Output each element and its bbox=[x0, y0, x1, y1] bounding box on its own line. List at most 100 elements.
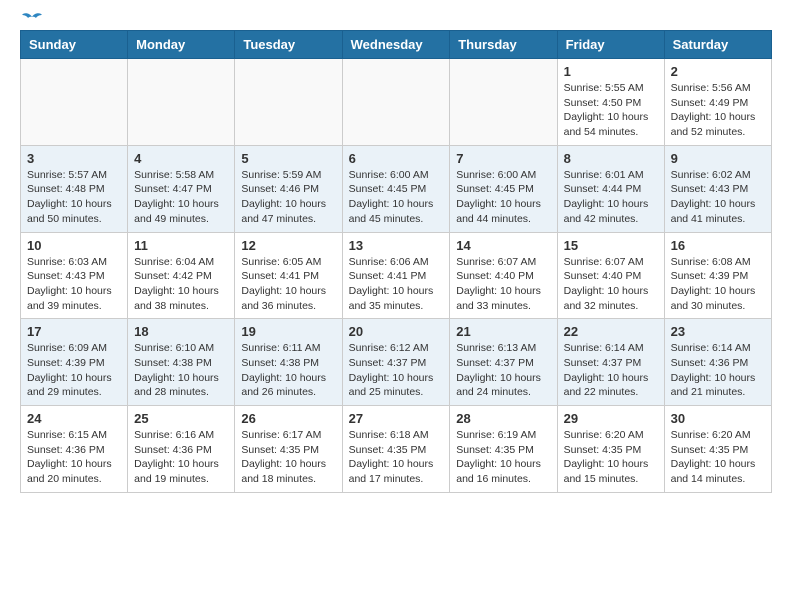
weekday-header-wednesday: Wednesday bbox=[342, 31, 450, 59]
calendar-cell: 3 Sunrise: 5:57 AM Sunset: 4:48 PM Daylig… bbox=[21, 145, 128, 232]
day-number: 11 bbox=[134, 238, 228, 253]
calendar-cell: 22 Sunrise: 6:14 AM Sunset: 4:37 PM Dayli… bbox=[557, 319, 664, 406]
day-number: 6 bbox=[349, 151, 444, 166]
day-info: Sunrise: 6:14 AM Sunset: 4:37 PM Dayligh… bbox=[564, 341, 658, 400]
day-info: Sunrise: 5:59 AM Sunset: 4:46 PM Dayligh… bbox=[241, 168, 335, 227]
day-number: 29 bbox=[564, 411, 658, 426]
calendar-cell: 23 Sunrise: 6:14 AM Sunset: 4:36 PM Dayli… bbox=[664, 319, 771, 406]
weekday-header-monday: Monday bbox=[128, 31, 235, 59]
day-info: Sunrise: 6:18 AM Sunset: 4:35 PM Dayligh… bbox=[349, 428, 444, 487]
weekday-header-sunday: Sunday bbox=[21, 31, 128, 59]
day-info: Sunrise: 6:20 AM Sunset: 4:35 PM Dayligh… bbox=[564, 428, 658, 487]
day-info: Sunrise: 6:03 AM Sunset: 4:43 PM Dayligh… bbox=[27, 255, 121, 314]
day-info: Sunrise: 6:04 AM Sunset: 4:42 PM Dayligh… bbox=[134, 255, 228, 314]
calendar-cell: 21Sunrise: 6:13 AM Sunset: 4:37 PM Dayli… bbox=[450, 319, 557, 406]
day-info: Sunrise: 6:17 AM Sunset: 4:35 PM Dayligh… bbox=[241, 428, 335, 487]
day-info: Sunrise: 6:09 AM Sunset: 4:39 PM Dayligh… bbox=[27, 341, 121, 400]
calendar-cell: 25 Sunrise: 6:16 AM Sunset: 4:36 PM Dayli… bbox=[128, 406, 235, 493]
day-number: 4 bbox=[134, 151, 228, 166]
day-info: Sunrise: 6:12 AM Sunset: 4:37 PM Dayligh… bbox=[349, 341, 444, 400]
weekday-header-friday: Friday bbox=[557, 31, 664, 59]
day-info: Sunrise: 5:55 AM Sunset: 4:50 PM Dayligh… bbox=[564, 81, 658, 140]
calendar-cell: 26 Sunrise: 6:17 AM Sunset: 4:35 PM Dayli… bbox=[235, 406, 342, 493]
calendar-cell: 24 Sunrise: 6:15 AM Sunset: 4:36 PM Dayli… bbox=[21, 406, 128, 493]
day-number: 25 bbox=[134, 411, 228, 426]
logo-bird-icon bbox=[22, 12, 42, 26]
calendar-cell: 16 Sunrise: 6:08 AM Sunset: 4:39 PM Dayli… bbox=[664, 232, 771, 319]
weekday-header-saturday: Saturday bbox=[664, 31, 771, 59]
calendar-cell: 4 Sunrise: 5:58 AM Sunset: 4:47 PM Daylig… bbox=[128, 145, 235, 232]
day-info: Sunrise: 6:02 AM Sunset: 4:43 PM Dayligh… bbox=[671, 168, 765, 227]
calendar-cell bbox=[21, 59, 128, 146]
calendar-cell: 11 Sunrise: 6:04 AM Sunset: 4:42 PM Dayli… bbox=[128, 232, 235, 319]
day-info: Sunrise: 6:08 AM Sunset: 4:39 PM Dayligh… bbox=[671, 255, 765, 314]
calendar-cell: 6 Sunrise: 6:00 AM Sunset: 4:45 PM Daylig… bbox=[342, 145, 450, 232]
calendar-cell: 30Sunrise: 6:20 AM Sunset: 4:35 PM Dayli… bbox=[664, 406, 771, 493]
calendar-cell: 8Sunrise: 6:01 AM Sunset: 4:44 PM Daylig… bbox=[557, 145, 664, 232]
calendar-cell: 28Sunrise: 6:19 AM Sunset: 4:35 PM Dayli… bbox=[450, 406, 557, 493]
day-info: Sunrise: 6:13 AM Sunset: 4:37 PM Dayligh… bbox=[456, 341, 550, 400]
day-number: 18 bbox=[134, 324, 228, 339]
day-info: Sunrise: 5:58 AM Sunset: 4:47 PM Dayligh… bbox=[134, 168, 228, 227]
day-info: Sunrise: 6:00 AM Sunset: 4:45 PM Dayligh… bbox=[456, 168, 550, 227]
calendar-cell: 17 Sunrise: 6:09 AM Sunset: 4:39 PM Dayli… bbox=[21, 319, 128, 406]
calendar-week-1: 1 Sunrise: 5:55 AM Sunset: 4:50 PM Daylig… bbox=[21, 59, 772, 146]
day-number: 19 bbox=[241, 324, 335, 339]
day-number: 17 bbox=[27, 324, 121, 339]
day-info: Sunrise: 6:14 AM Sunset: 4:36 PM Dayligh… bbox=[671, 341, 765, 400]
day-number: 3 bbox=[27, 151, 121, 166]
calendar-cell: 19 Sunrise: 6:11 AM Sunset: 4:38 PM Dayli… bbox=[235, 319, 342, 406]
calendar-cell: 27 Sunrise: 6:18 AM Sunset: 4:35 PM Dayli… bbox=[342, 406, 450, 493]
weekday-header-row: SundayMondayTuesdayWednesdayThursdayFrid… bbox=[21, 31, 772, 59]
day-number: 22 bbox=[564, 324, 658, 339]
day-info: Sunrise: 6:11 AM Sunset: 4:38 PM Dayligh… bbox=[241, 341, 335, 400]
day-number: 23 bbox=[671, 324, 765, 339]
calendar-cell: 15 Sunrise: 6:07 AM Sunset: 4:40 PM Dayli… bbox=[557, 232, 664, 319]
calendar-cell bbox=[128, 59, 235, 146]
calendar-table: SundayMondayTuesdayWednesdayThursdayFrid… bbox=[20, 30, 772, 493]
calendar-cell: 10 Sunrise: 6:03 AM Sunset: 4:43 PM Dayli… bbox=[21, 232, 128, 319]
day-number: 16 bbox=[671, 238, 765, 253]
calendar-cell: 9 Sunrise: 6:02 AM Sunset: 4:43 PM Daylig… bbox=[664, 145, 771, 232]
day-info: Sunrise: 6:05 AM Sunset: 4:41 PM Dayligh… bbox=[241, 255, 335, 314]
calendar-cell: 20 Sunrise: 6:12 AM Sunset: 4:37 PM Dayli… bbox=[342, 319, 450, 406]
day-number: 12 bbox=[241, 238, 335, 253]
day-number: 10 bbox=[27, 238, 121, 253]
day-number: 1 bbox=[564, 64, 658, 79]
calendar-week-3: 10 Sunrise: 6:03 AM Sunset: 4:43 PM Dayli… bbox=[21, 232, 772, 319]
calendar-cell: 18Sunrise: 6:10 AM Sunset: 4:38 PM Dayli… bbox=[128, 319, 235, 406]
day-number: 2 bbox=[671, 64, 765, 79]
calendar-cell: 29 Sunrise: 6:20 AM Sunset: 4:35 PM Dayli… bbox=[557, 406, 664, 493]
day-info: Sunrise: 5:57 AM Sunset: 4:48 PM Dayligh… bbox=[27, 168, 121, 227]
day-number: 28 bbox=[456, 411, 550, 426]
calendar-cell bbox=[342, 59, 450, 146]
calendar-cell bbox=[450, 59, 557, 146]
day-number: 7 bbox=[456, 151, 550, 166]
day-info: Sunrise: 6:00 AM Sunset: 4:45 PM Dayligh… bbox=[349, 168, 444, 227]
calendar-week-2: 3 Sunrise: 5:57 AM Sunset: 4:48 PM Daylig… bbox=[21, 145, 772, 232]
calendar-cell: 7 Sunrise: 6:00 AM Sunset: 4:45 PM Daylig… bbox=[450, 145, 557, 232]
day-info: Sunrise: 6:07 AM Sunset: 4:40 PM Dayligh… bbox=[564, 255, 658, 314]
day-number: 15 bbox=[564, 238, 658, 253]
weekday-header-tuesday: Tuesday bbox=[235, 31, 342, 59]
day-info: Sunrise: 5:56 AM Sunset: 4:49 PM Dayligh… bbox=[671, 81, 765, 140]
day-info: Sunrise: 6:06 AM Sunset: 4:41 PM Dayligh… bbox=[349, 255, 444, 314]
weekday-header-thursday: Thursday bbox=[450, 31, 557, 59]
day-info: Sunrise: 6:20 AM Sunset: 4:35 PM Dayligh… bbox=[671, 428, 765, 487]
day-info: Sunrise: 6:15 AM Sunset: 4:36 PM Dayligh… bbox=[27, 428, 121, 487]
calendar-cell: 14Sunrise: 6:07 AM Sunset: 4:40 PM Dayli… bbox=[450, 232, 557, 319]
day-number: 8 bbox=[564, 151, 658, 166]
calendar-cell: 1 Sunrise: 5:55 AM Sunset: 4:50 PM Daylig… bbox=[557, 59, 664, 146]
day-number: 26 bbox=[241, 411, 335, 426]
calendar-week-5: 24 Sunrise: 6:15 AM Sunset: 4:36 PM Dayli… bbox=[21, 406, 772, 493]
day-number: 24 bbox=[27, 411, 121, 426]
calendar-cell bbox=[235, 59, 342, 146]
day-number: 5 bbox=[241, 151, 335, 166]
calendar-cell: 2 Sunrise: 5:56 AM Sunset: 4:49 PM Daylig… bbox=[664, 59, 771, 146]
day-number: 27 bbox=[349, 411, 444, 426]
day-number: 9 bbox=[671, 151, 765, 166]
calendar-week-4: 17 Sunrise: 6:09 AM Sunset: 4:39 PM Dayli… bbox=[21, 319, 772, 406]
calendar-cell: 5 Sunrise: 5:59 AM Sunset: 4:46 PM Daylig… bbox=[235, 145, 342, 232]
day-info: Sunrise: 6:16 AM Sunset: 4:36 PM Dayligh… bbox=[134, 428, 228, 487]
day-number: 20 bbox=[349, 324, 444, 339]
